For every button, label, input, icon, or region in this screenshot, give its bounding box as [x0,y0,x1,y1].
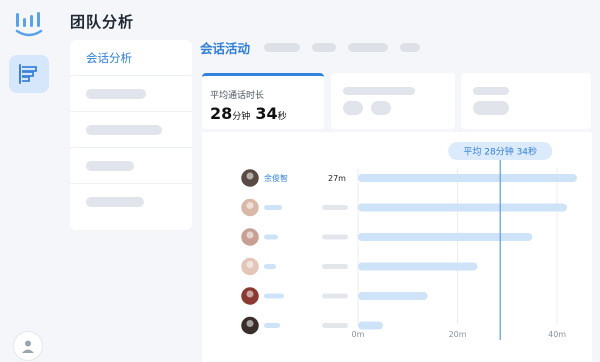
avatar-face [246,320,254,327]
metric-minutes: 28 [210,104,233,123]
bar-value-placeholder [322,264,348,269]
avatar-face [246,172,254,180]
bar-value-placeholder [322,205,348,210]
placeholder-bar [86,160,134,171]
tab-placeholder[interactable] [312,42,337,52]
page-title: 团队分析 [70,13,135,31]
x-tick-label: 20m [449,330,467,339]
person-name-placeholder [264,293,284,299]
placeholder-bar [473,87,509,95]
bar[interactable] [358,203,568,212]
placeholder-bar [343,101,363,115]
placeholder-bar [86,124,162,135]
avatar-face [246,261,254,268]
avatar-face [246,202,254,209]
average-label: 平均 28分钟 34秒 [463,146,537,158]
person-name-placeholder [264,205,282,210]
bar-value-label: 27m [328,174,346,183]
tab-placeholder[interactable] [348,42,389,52]
avatar-face [246,231,254,239]
placeholder-bar [343,87,415,95]
left-rail [0,0,58,362]
bar[interactable] [358,321,383,330]
bar[interactable] [358,292,428,300]
user-icon [22,340,34,353]
bar-logo-icon[interactable] [13,9,45,39]
person-name-placeholder [264,323,280,328]
nav-item-placeholder[interactable] [70,184,192,220]
bar[interactable] [358,174,578,182]
placeholder-bar [86,197,144,207]
tab-conversation-activity[interactable]: 会话活动 [200,38,250,57]
nav-item-conversation-analysis[interactable]: 会话分析 [70,40,192,76]
bar-value-placeholder [322,234,348,240]
activity-chart-panel: 余俊智 27m 平均 28分钟 34秒 0m 20m 40m [202,132,592,362]
tab-placeholder[interactable] [400,42,421,52]
nav-item-placeholder[interactable] [70,148,192,184]
activity-bar-chart: 余俊智 27m 平均 28分钟 34秒 0m 20m 40m [239,142,578,340]
metric-minutes-unit: 分钟 [232,112,251,122]
rail-item-team-analytics[interactable] [9,55,49,93]
placeholder-bar [371,101,391,115]
person-name[interactable]: 余俊智 [264,173,288,183]
bar[interactable] [358,233,533,241]
analytics-nav: 会话分析 [70,40,192,230]
nav-item-label: 会话分析 [86,50,132,65]
metric-seconds: 34 [255,104,278,123]
x-tick-label: 0m [352,330,365,339]
funnel-chart-icon [19,64,37,84]
tab-placeholder[interactable] [264,42,301,52]
placeholder-bar [86,88,146,99]
bar-value-placeholder [322,323,348,328]
tab-bar: 会话活动 [200,36,432,58]
nav-item-placeholder[interactable] [70,76,192,112]
avatar-face [246,290,254,298]
metric-card-placeholder[interactable] [461,73,591,129]
bar-value-placeholder [322,293,348,299]
metric-seconds-unit: 秒 [277,112,287,122]
user-avatar-button[interactable] [13,331,43,361]
metric-value: 28分钟 34秒 [210,104,287,123]
nav-item-placeholder[interactable] [70,112,192,148]
metric-card-placeholder[interactable] [331,73,455,129]
metric-label: 平均通话时长 [210,91,265,101]
metric-card-avg-duration[interactable]: 平均通话时长 28分钟 34秒 [202,73,324,129]
person-name-placeholder [264,264,276,269]
person-name-placeholder [264,234,278,240]
bar[interactable] [358,262,478,271]
placeholder-bar [473,101,509,115]
x-tick-label: 40m [548,330,566,339]
